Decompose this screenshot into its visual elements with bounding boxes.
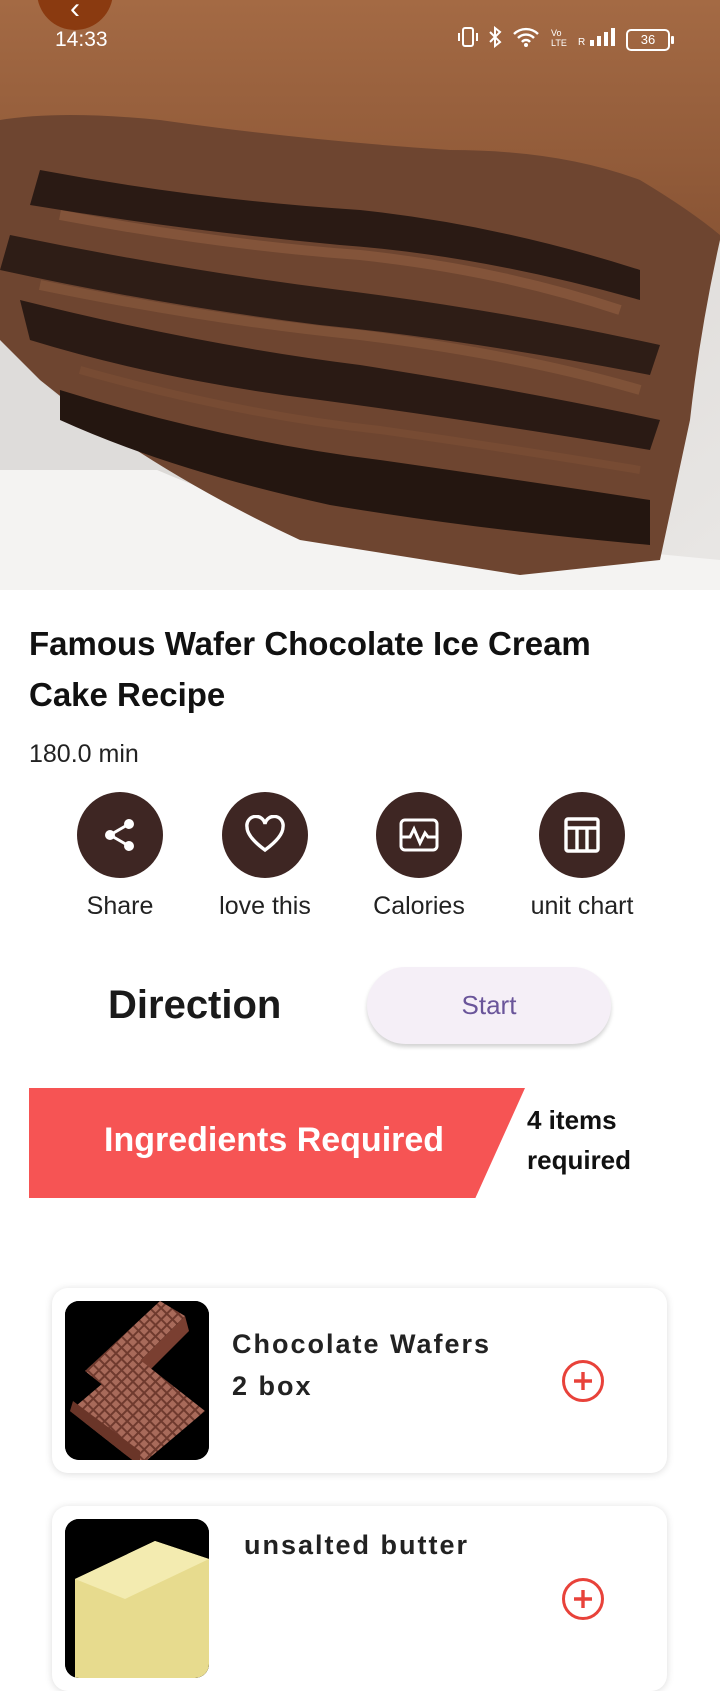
action-row: Share love this Calories unit chart (0, 792, 720, 922)
share-icon (105, 819, 134, 851)
ingredient-name: unsalted butter (244, 1530, 470, 1560)
ingredient-card[interactable]: unsalted butter (52, 1506, 667, 1691)
ingredients-count-line1: 4 items (527, 1105, 617, 1135)
add-ingredient-button[interactable] (562, 1360, 604, 1402)
recipe-title: Famous Wafer Chocolate Ice Cream Cake Re… (29, 625, 591, 713)
status-time: 14:33 (55, 28, 108, 51)
status-icons: Vo LTE R 36 (458, 25, 674, 54)
calories-label: Calories (373, 892, 465, 920)
share-circle[interactable] (77, 792, 163, 878)
table-icon (564, 817, 600, 853)
unit-chart-label: unit chart (530, 892, 634, 920)
start-button[interactable]: Start (367, 967, 611, 1044)
love-circle[interactable] (222, 792, 308, 878)
heart-icon (245, 815, 285, 853)
plus-icon (574, 1372, 592, 1390)
love-label: love this (219, 892, 311, 920)
volte-icon: Vo LTE (550, 26, 568, 54)
calories-circle[interactable] (376, 792, 462, 878)
calories-button[interactable]: Calories (339, 792, 499, 921)
add-ingredient-button[interactable] (562, 1578, 604, 1620)
unit-chart-circle[interactable] (539, 792, 625, 878)
ingredients-count-line2: required (527, 1145, 632, 1175)
back-button[interactable]: ‹ (37, 0, 113, 30)
ingredient-card[interactable]: Chocolate Wafers 2 box (52, 1288, 667, 1473)
recipe-duration: 180.0 min (29, 740, 139, 768)
pulse-icon (399, 818, 439, 852)
share-label: Share (86, 892, 154, 920)
plus-icon (574, 1590, 592, 1608)
wifi-icon (512, 26, 540, 54)
ingredients-banner-title: Ingredients Required (104, 1121, 445, 1159)
svg-text:R: R (578, 37, 585, 48)
bluetooth-icon (488, 25, 502, 54)
ingredient-name: Chocolate Wafers (232, 1329, 492, 1359)
status-bar: ‹ 14:33 Vo LTE R 36 (0, 0, 720, 84)
recipe-hero-image (0, 0, 720, 590)
ingredient-text: Chocolate Wafers 2 box (232, 1323, 491, 1407)
direction-heading: Direction (108, 983, 282, 1027)
ingredient-qty: 2 box (232, 1371, 313, 1401)
ingredient-thumbnail-butter (65, 1519, 209, 1678)
svg-text:LTE: LTE (551, 38, 567, 48)
ingredient-text: unsalted butter (244, 1524, 469, 1566)
share-button[interactable]: Share (40, 792, 200, 921)
svg-text:Vo: Vo (551, 28, 562, 38)
ingredients-count: 4 items required (527, 1100, 677, 1180)
ingredient-thumbnail-wafers (65, 1301, 209, 1460)
love-button[interactable]: love this (185, 792, 345, 921)
cake-photo (0, 0, 720, 590)
battery-icon: 36 (626, 29, 674, 51)
unit-chart-button[interactable]: unit chart (502, 792, 662, 921)
signal-icon: R (578, 26, 616, 54)
vibrate-icon (458, 26, 478, 54)
